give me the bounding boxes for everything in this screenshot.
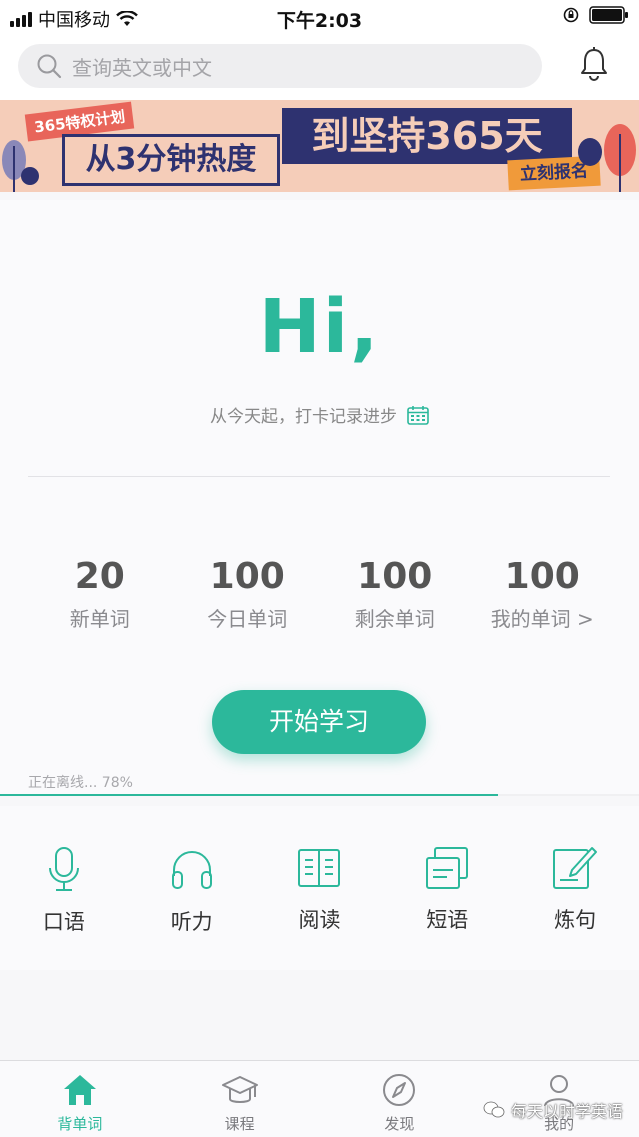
compass-icon [383, 1074, 416, 1106]
banner-line1: 从3分钟热度 [62, 134, 280, 186]
offline-progress-fill [0, 794, 499, 796]
checkin-subtitle: 从今天起，打卡记录进步 [210, 407, 397, 427]
edit-icon [553, 847, 598, 889]
wechat-icon [483, 1101, 505, 1118]
search-icon [37, 54, 62, 79]
stat-label: 剩余单词 [354, 607, 435, 631]
tab-discover[interactable]: 发现 [344, 1061, 454, 1137]
tool-listening[interactable]: 听力 [142, 806, 242, 970]
tab-courses[interactable]: 课程 [185, 1061, 295, 1137]
stat-label: 今日单词 [207, 607, 288, 631]
graduation-cap-icon [221, 1076, 258, 1103]
stat-value: 100 [357, 556, 433, 597]
tab-label: 发现 [384, 1115, 415, 1133]
tool-sentences[interactable]: 炼句 [525, 806, 625, 970]
rotation-lock-icon [563, 7, 579, 23]
promo-banner[interactable]: 365特权计划 从3分钟热度 到坚持365天 立刻报名 [0, 100, 639, 192]
stat-value: 20 [74, 556, 125, 597]
search-input[interactable]: 查询英文或中文 [72, 52, 212, 81]
tool-reading[interactable]: 阅读 [269, 806, 369, 970]
offline-status: 正在离线... 78% [28, 775, 133, 791]
stat-value: 100 [209, 556, 285, 597]
stat-new-words: 20 新单词 [27, 556, 173, 632]
tool-speaking[interactable]: 口语 [14, 806, 114, 970]
tab-label: 课程 [224, 1115, 255, 1133]
tab-label: 背单词 [57, 1115, 103, 1133]
my-words-link[interactable]: 我的单词 > [469, 603, 615, 632]
banner-line2: 到坚持365天 [282, 108, 572, 164]
tool-label: 短语 [426, 908, 469, 932]
search-header: 查询英文或中文 [0, 34, 639, 100]
study-card: Hi, 从今天起，打卡记录进步 20 新单词 100 今日单词 100 剩余单词… [0, 200, 639, 796]
word-stats: 20 新单词 100 今日单词 100 剩余单词 100 我的单词 > [26, 556, 616, 632]
bell-icon[interactable] [579, 46, 609, 82]
greeting: Hi, [258, 284, 381, 370]
practice-tools: 口语 听力 阅读 短语 炼句 [0, 806, 639, 970]
book-icon [298, 849, 341, 887]
tree-decoration-right-icon [578, 124, 636, 192]
watermark: 每天以时学英语 [483, 1098, 623, 1122]
stat-remaining-words: 100 剩余单词 [322, 556, 468, 632]
stat-my-words[interactable]: 100 我的单词 > [469, 556, 615, 632]
watermark-text: 每天以时学英语 [510, 1102, 623, 1121]
status-time: 下午2:03 [276, 10, 363, 32]
tool-phrases[interactable]: 短语 [397, 806, 497, 970]
tab-vocabulary[interactable]: 背单词 [25, 1061, 135, 1137]
home-icon [63, 1075, 96, 1105]
status-bar: 中国移动 下午2:03 [0, 0, 639, 34]
stat-value: 100 [504, 556, 580, 597]
cards-icon [426, 847, 469, 889]
battery-icon [589, 6, 628, 24]
stat-label: 新单词 [69, 607, 130, 631]
tree-decoration-icon [2, 140, 39, 192]
offline-progress-bar [0, 794, 639, 796]
calendar-icon[interactable] [407, 405, 429, 425]
microphone-icon [48, 847, 79, 891]
tool-label: 阅读 [298, 908, 341, 932]
search-bar[interactable]: 查询英文或中文 [18, 44, 542, 88]
stat-today-words: 100 今日单词 [174, 556, 320, 632]
divider [28, 476, 610, 477]
tool-label: 听力 [170, 910, 213, 934]
tool-label: 炼句 [554, 908, 597, 932]
tool-label: 口语 [42, 910, 85, 934]
headphones-icon [171, 851, 212, 889]
start-learning-button[interactable]: 开始学习 [212, 690, 426, 754]
